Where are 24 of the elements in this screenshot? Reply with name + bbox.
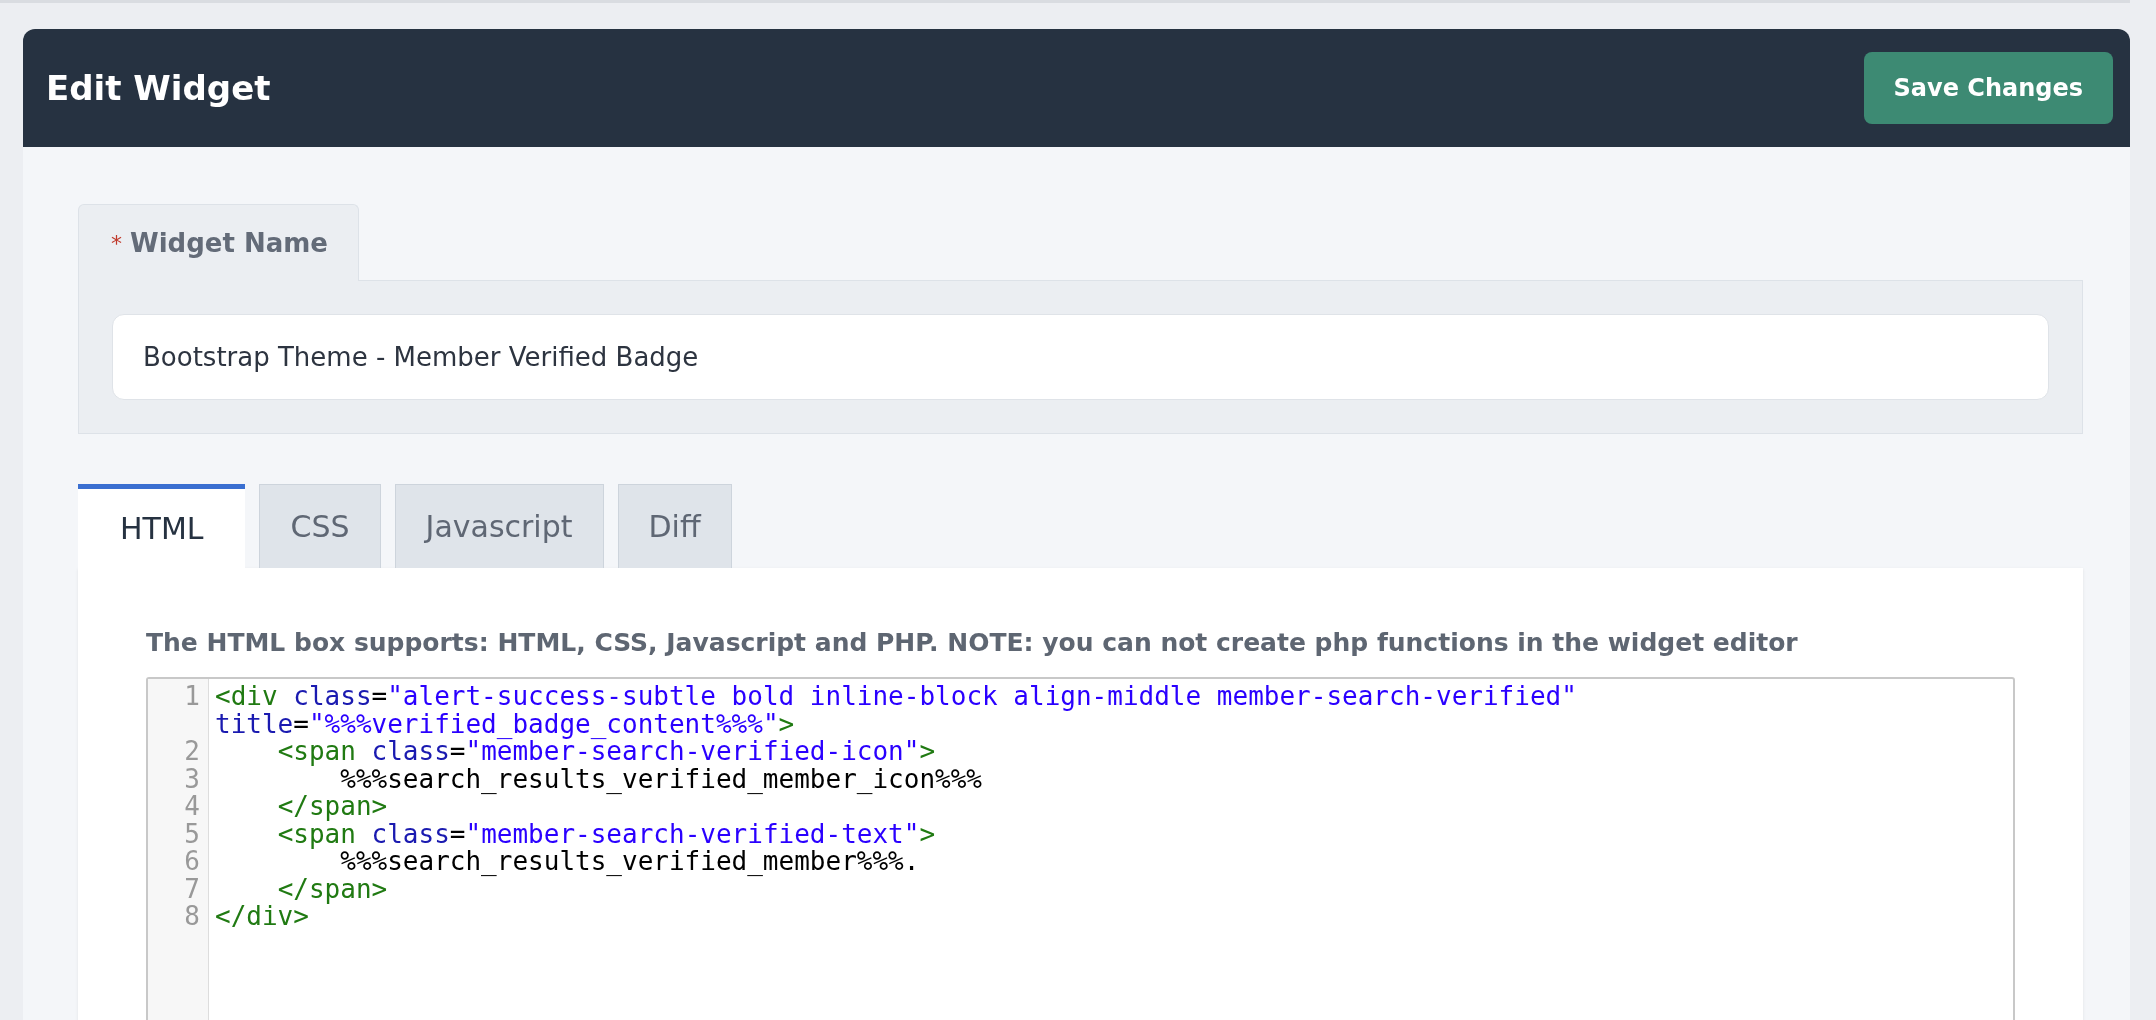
tab[interactable]: CSS <box>259 484 381 568</box>
save-button[interactable]: Save Changes <box>1863 52 2113 124</box>
line-number: 3 <box>183 765 201 793</box>
input-field[interactable]: Bootstrap Theme - Member Verified Badge <box>112 314 2049 400</box>
field-label: Widget Name <box>130 228 328 258</box>
line-number: 7 <box>183 875 201 903</box>
tab[interactable]: HTML <box>78 484 246 568</box>
code-line: </span> <box>276 875 388 903</box>
line-number: 6 <box>183 848 201 876</box>
required-mark: * <box>111 230 122 256</box>
line-number: 8 <box>183 903 201 931</box>
code-line: %%%search_results_verified_member%%%. <box>340 848 921 876</box>
help-text: The HTML box supports: HTML, CSS, Javascript and PHP. NOTE: you can not create php functions in the widget editor <box>146 628 1799 657</box>
tab[interactable]: Diff <box>617 484 732 568</box>
code-line: </span> <box>276 793 388 821</box>
code-line: </div> <box>215 903 309 931</box>
tab[interactable]: Javascript <box>394 484 604 568</box>
line-number: 2 <box>183 738 201 766</box>
code-line: %%%search_results_verified_member_icon%%% <box>340 765 984 793</box>
panel-title: Edit Widget <box>46 68 271 108</box>
line-number: 1 <box>183 683 201 713</box>
line-number: 4 <box>183 793 201 821</box>
code-line: <span class="member-search-verified-text"> <box>276 820 937 848</box>
line-number: 5 <box>183 820 201 848</box>
